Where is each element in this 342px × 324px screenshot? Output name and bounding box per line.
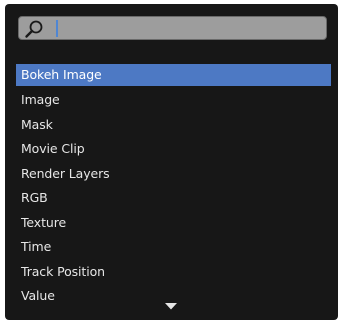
node-list: Bokeh Image Image Mask Movie Clip Render…	[16, 64, 331, 309]
list-item-render-layers[interactable]: Render Layers	[16, 162, 331, 187]
list-item-bokeh-image[interactable]: Bokeh Image	[16, 64, 331, 86]
list-item-rgb[interactable]: RGB	[16, 186, 331, 211]
list-item-track-position[interactable]: Track Position	[16, 260, 331, 285]
list-item-movie-clip[interactable]: Movie Clip	[16, 137, 331, 162]
list-item-time[interactable]: Time	[16, 235, 331, 260]
chevron-down-icon[interactable]	[165, 303, 177, 310]
text-caret	[56, 20, 58, 37]
search-icon	[25, 20, 43, 38]
list-item-texture[interactable]: Texture	[16, 211, 331, 236]
list-item-image[interactable]: Image	[16, 88, 331, 113]
search-input[interactable]	[18, 16, 327, 40]
add-node-menu: Bokeh Image Image Mask Movie Clip Render…	[5, 4, 338, 320]
list-item-mask[interactable]: Mask	[16, 113, 331, 138]
